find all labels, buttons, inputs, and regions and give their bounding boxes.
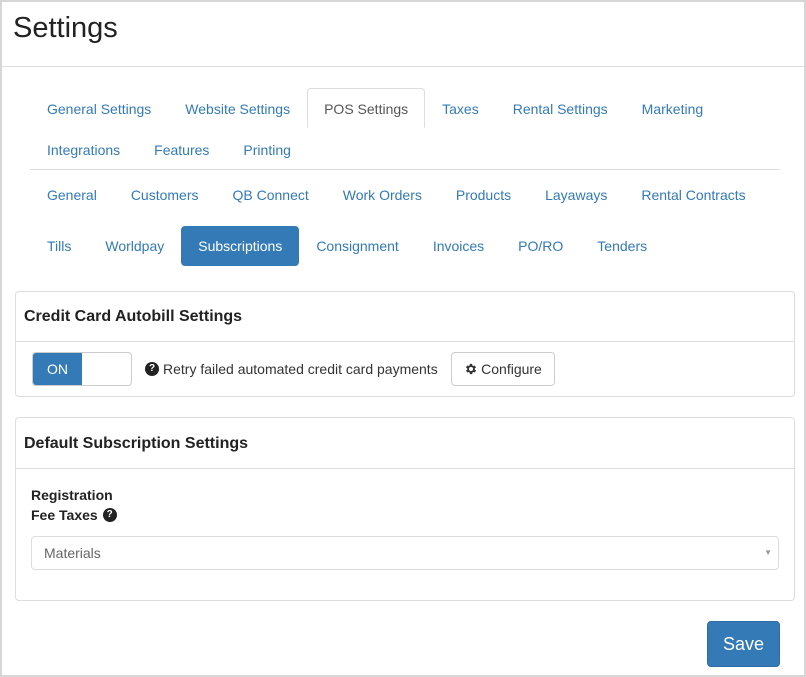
registration-fee-taxes-label: Registration Fee Taxes? [31, 485, 117, 525]
default-subscription-heading: Default Subscription Settings [16, 418, 794, 469]
chevron-down-icon: ▼ [764, 548, 772, 557]
tab-marketing[interactable]: Marketing [625, 88, 720, 128]
retry-label-group: ? Retry failed automated credit card paym… [145, 352, 438, 386]
sub-tabs-row-2: Tills Worldpay Subscriptions Consignment… [30, 226, 664, 266]
settings-window: Settings General Settings Website Settin… [0, 0, 806, 677]
subtab-tenders[interactable]: Tenders [580, 226, 664, 266]
tab-printing[interactable]: Printing [226, 129, 307, 169]
subtab-worldpay[interactable]: Worldpay [88, 226, 181, 266]
tab-integrations[interactable]: Integrations [30, 129, 137, 169]
autobill-toggle[interactable]: ON [32, 352, 132, 386]
title-divider [2, 66, 804, 67]
autobill-heading: Credit Card Autobill Settings [16, 292, 794, 342]
gear-icon [466, 363, 477, 374]
sub-tabs-row-1: General Customers QB Connect Work Orders… [30, 175, 763, 215]
subtab-tills[interactable]: Tills [30, 226, 88, 266]
configure-label: Configure [481, 361, 542, 377]
subtab-rental-contracts[interactable]: Rental Contracts [624, 175, 762, 215]
help-icon[interactable]: ? [102, 507, 117, 522]
subtab-layaways[interactable]: Layaways [528, 175, 624, 215]
subtab-consignment[interactable]: Consignment [299, 226, 416, 266]
tab-taxes[interactable]: Taxes [425, 88, 496, 128]
subtab-products[interactable]: Products [439, 175, 528, 215]
tab-features[interactable]: Features [137, 129, 226, 169]
registration-fee-taxes-select[interactable]: Materials ▼ [31, 536, 779, 570]
toggle-on-label: ON [33, 353, 82, 385]
subtab-po-ro[interactable]: PO/RO [501, 226, 580, 266]
help-icon[interactable]: ? [145, 362, 159, 377]
page-title: Settings [13, 12, 118, 44]
select-value: Materials [44, 545, 101, 561]
reg-label-line2-group: Fee Taxes? [31, 505, 117, 525]
subtab-invoices[interactable]: Invoices [416, 226, 501, 266]
tab-rental-settings[interactable]: Rental Settings [496, 88, 625, 128]
configure-button[interactable]: Configure [451, 352, 555, 386]
main-tabs-row-2: Integrations Features Printing [30, 129, 308, 169]
main-tabs-row-1: General Settings Website Settings POS Se… [30, 88, 720, 128]
reg-label-line1: Registration [31, 487, 113, 503]
autobill-panel: Credit Card Autobill Settings ON ? Retry … [15, 291, 795, 397]
retry-label: Retry failed automated credit card payme… [163, 361, 438, 377]
default-subscription-panel: Default Subscription Settings Registrati… [15, 417, 795, 601]
subtab-customers[interactable]: Customers [114, 175, 216, 215]
subtab-work-orders[interactable]: Work Orders [326, 175, 439, 215]
subtab-subscriptions[interactable]: Subscriptions [181, 226, 300, 266]
tabs-divider [30, 169, 780, 170]
subtab-qb-connect[interactable]: QB Connect [216, 175, 326, 215]
tab-pos-settings[interactable]: POS Settings [307, 88, 426, 128]
tab-general-settings[interactable]: General Settings [30, 88, 168, 128]
reg-label-line2: Fee Taxes [31, 507, 98, 523]
save-button[interactable]: Save [707, 621, 780, 667]
tab-website-settings[interactable]: Website Settings [168, 88, 307, 128]
subtab-general[interactable]: General [30, 175, 114, 215]
